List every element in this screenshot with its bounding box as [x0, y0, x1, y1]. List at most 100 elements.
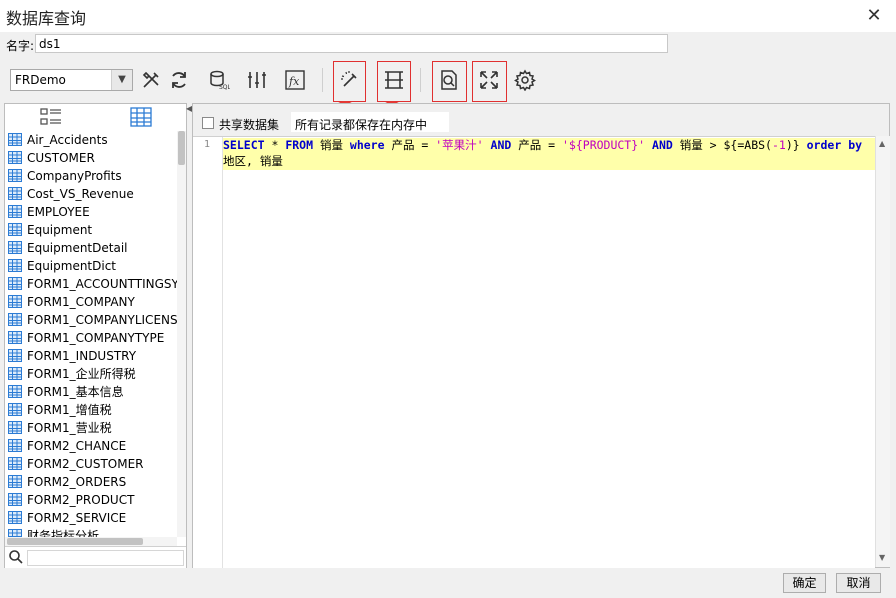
split-layout-icon[interactable]: [380, 66, 408, 94]
table-search-input[interactable]: [27, 550, 184, 566]
table-name: Cost_VS_Revenue: [27, 187, 134, 201]
table-icon: [8, 475, 22, 488]
sql-token: 产品 =: [511, 138, 562, 152]
name-input[interactable]: [35, 34, 668, 53]
list-item[interactable]: FORM1_COMPANYLICENS: [5, 311, 177, 329]
settings-gear-icon[interactable]: [511, 66, 539, 94]
storage-option-select[interactable]: 所有记录都保存在内存中: [291, 112, 449, 132]
list-item[interactable]: FORM1_COMPANYTYPE: [5, 329, 177, 347]
table-list-hscroll-thumb[interactable]: [7, 538, 143, 545]
table-name: FORM1_基本信息: [27, 385, 124, 399]
editor-vscroll[interactable]: ▲ ▼: [875, 136, 890, 567]
title-bar: 数据库查询 ✕: [0, 0, 896, 32]
list-item[interactable]: FORM2_CHANCE: [5, 437, 177, 455]
window-title: 数据库查询: [6, 9, 87, 28]
list-item[interactable]: FORM1_增值税: [5, 401, 177, 419]
table-icon: [8, 295, 22, 308]
table-icon: [8, 133, 22, 146]
sql-token: 产品 =: [384, 138, 436, 152]
list-item[interactable]: EMPLOYEE: [5, 203, 177, 221]
sql-code[interactable]: SELECT * FROM 销量 where 产品 = '苹果汁' AND 产品…: [223, 137, 873, 169]
share-dataset-label: 共享数据集: [219, 118, 280, 132]
search-icon: [8, 549, 24, 565]
table-icon: [8, 151, 22, 164]
sql-token: '${PRODUCT}': [562, 138, 646, 152]
parameters-sliders-icon[interactable]: [243, 66, 271, 94]
table-list-vscroll[interactable]: [177, 131, 186, 537]
list-item[interactable]: CompanyProfits: [5, 167, 177, 185]
table-icon: [8, 313, 22, 326]
list-item[interactable]: FORM2_SERVICE: [5, 509, 177, 527]
table-name: FORM2_CUSTOMER: [27, 457, 144, 471]
list-item[interactable]: FORM2_CUSTOMER: [5, 455, 177, 473]
sql-token: AND: [490, 138, 512, 152]
table-list-vscroll-thumb[interactable]: [178, 131, 185, 165]
scroll-up-icon[interactable]: ▲: [879, 139, 885, 148]
panel-tabs: [5, 104, 186, 130]
fullscreen-expand-icon[interactable]: [475, 66, 503, 94]
table-icon: [8, 331, 22, 344]
table-icon: [8, 457, 22, 470]
table-icon: [8, 403, 22, 416]
table-icon: [8, 223, 22, 236]
table-name: FORM1_增值税: [27, 403, 112, 417]
table-name: EquipmentDict: [27, 259, 117, 273]
list-item[interactable]: EquipmentDetail: [5, 239, 177, 257]
query-options-row: 共享数据集 所有记录都保存在内存中: [193, 104, 889, 136]
chevron-down-icon[interactable]: ▼: [111, 70, 132, 90]
list-item[interactable]: EquipmentDict: [5, 257, 177, 275]
scroll-down-icon[interactable]: ▼: [879, 553, 885, 562]
datasource-value: FRDemo: [15, 73, 66, 87]
sql-token: 销量 > ${=ABS(: [672, 138, 772, 152]
magic-wand-icon[interactable]: [336, 66, 364, 94]
table-icon: [8, 259, 22, 272]
close-icon[interactable]: ✕: [862, 4, 886, 28]
sql-editor[interactable]: 1 SELECT * FROM 销量 where 产品 = '苹果汁' AND …: [193, 136, 875, 568]
list-item[interactable]: FORM1_ACCOUNTTINGSY: [5, 275, 177, 293]
line-number: 1: [203, 139, 210, 150]
share-dataset-checkbox[interactable]: [202, 117, 214, 129]
formula-fx-icon[interactable]: fx: [281, 66, 309, 94]
svg-text:SQL: SQL: [219, 84, 230, 91]
list-item[interactable]: Air_Accidents: [5, 131, 177, 149]
sql-token: -1: [771, 138, 786, 152]
table-icon: [8, 439, 22, 452]
list-item[interactable]: 财务指标分析: [5, 527, 177, 537]
list-item[interactable]: Cost_VS_Revenue: [5, 185, 177, 203]
sql-token: 销量: [313, 138, 350, 152]
table-name: FORM1_ACCOUNTTINGSY: [27, 277, 177, 291]
cancel-button[interactable]: 取消: [836, 573, 881, 593]
table-name: EMPLOYEE: [27, 205, 90, 219]
table-list: Air_Accidents CUSTOMER CompanyProfits Cost_…: [5, 131, 177, 537]
table-icon: [8, 367, 22, 380]
list-item[interactable]: Equipment: [5, 221, 177, 239]
refresh-icon[interactable]: [165, 66, 193, 94]
list-item[interactable]: FORM1_营业税: [5, 419, 177, 437]
list-item[interactable]: FORM1_企业所得税: [5, 365, 177, 383]
list-item[interactable]: FORM1_基本信息: [5, 383, 177, 401]
list-item[interactable]: FORM1_INDUSTRY: [5, 347, 177, 365]
table-name: FORM1_营业税: [27, 421, 112, 435]
table-icon: [8, 349, 22, 362]
list-item[interactable]: FORM2_PRODUCT: [5, 491, 177, 509]
tab-table-view[interactable]: [130, 107, 152, 127]
list-item[interactable]: FORM2_ORDERS: [5, 473, 177, 491]
sql-token: FROM: [285, 138, 314, 152]
table-list-hscroll[interactable]: [5, 537, 177, 546]
toolbar-separator: [420, 68, 421, 92]
connection-tools-icon[interactable]: [137, 66, 165, 94]
database-sql-icon[interactable]: SQL: [205, 66, 233, 94]
sql-token: )}: [785, 138, 807, 152]
table-name: FORM2_ORDERS: [27, 475, 127, 489]
table-search-bar: [5, 546, 186, 568]
table-name: 财务指标分析: [27, 529, 100, 537]
tab-list-view[interactable]: [40, 107, 62, 127]
sql-token: by: [848, 138, 863, 152]
list-item[interactable]: CUSTOMER: [5, 149, 177, 167]
datasource-select[interactable]: FRDemo ▼: [10, 69, 133, 91]
table-name: FORM1_COMPANYTYPE: [27, 331, 165, 345]
list-item[interactable]: FORM1_COMPANY: [5, 293, 177, 311]
ok-button[interactable]: 确定: [783, 573, 826, 593]
preview-search-icon[interactable]: [435, 66, 463, 94]
name-label: 名字:: [6, 39, 35, 53]
